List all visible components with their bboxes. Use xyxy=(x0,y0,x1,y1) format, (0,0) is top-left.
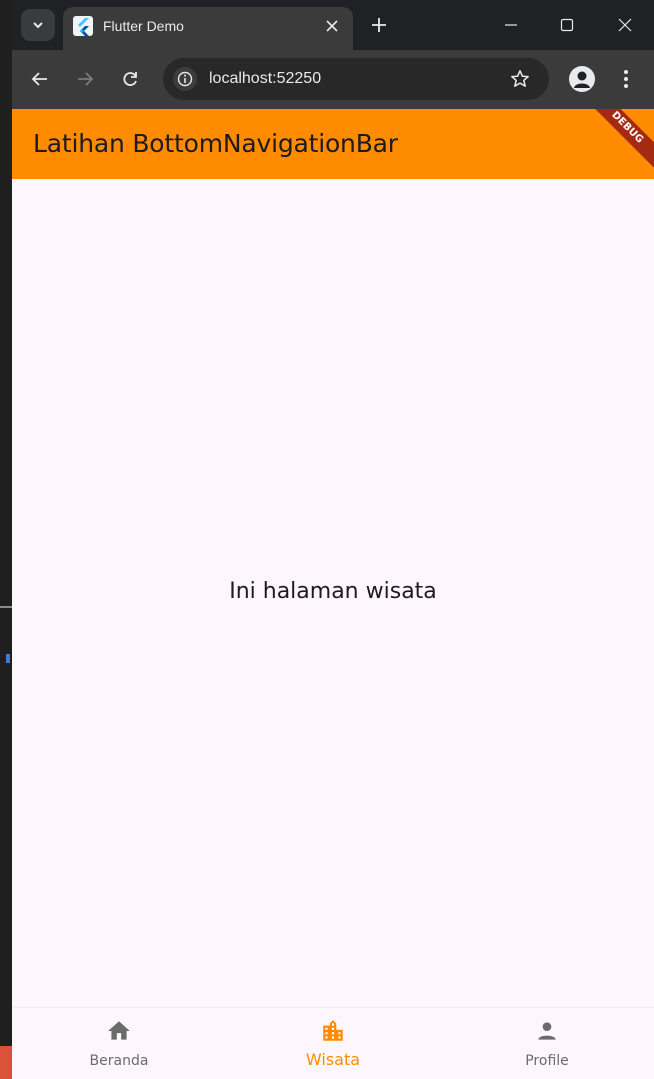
maximize-button[interactable] xyxy=(544,10,590,40)
nav-label: Beranda xyxy=(89,1053,149,1069)
page-body-text: Ini halaman wisata xyxy=(229,579,437,604)
chevron-down-icon xyxy=(33,22,43,29)
nav-label: Wisata xyxy=(305,1050,361,1069)
page-title: Latihan BottomNavigationBar xyxy=(33,129,398,158)
nav-item-profile[interactable]: Profile xyxy=(440,1008,654,1079)
desktop-marker xyxy=(6,654,10,663)
forward-button[interactable] xyxy=(73,67,97,91)
browser-toolbar: localhost:52250 xyxy=(12,50,654,109)
profile-button[interactable] xyxy=(569,66,595,92)
person-icon xyxy=(538,1022,556,1040)
info-icon xyxy=(177,71,193,87)
arrow-back-icon xyxy=(31,72,47,86)
nav-item-beranda[interactable]: Beranda xyxy=(12,1008,226,1079)
close-window-button[interactable] xyxy=(602,10,648,40)
address-bar[interactable]: localhost:52250 xyxy=(163,58,549,100)
site-info-button[interactable] xyxy=(173,67,197,91)
desktop-background xyxy=(0,0,12,1079)
url-text[interactable]: localhost:52250 xyxy=(209,70,321,88)
tab-search-button[interactable] xyxy=(21,9,55,41)
reload-icon xyxy=(123,72,137,86)
person-icon xyxy=(574,71,590,88)
minimize-button[interactable] xyxy=(488,10,534,40)
new-tab-button[interactable] xyxy=(367,13,391,37)
minimize-icon xyxy=(505,24,517,26)
maximize-icon xyxy=(560,18,574,32)
reload-button[interactable] xyxy=(118,67,142,91)
browser-menu-button[interactable] xyxy=(616,67,636,91)
star-icon xyxy=(511,70,529,87)
close-icon xyxy=(326,20,338,32)
more-vert-icon xyxy=(624,70,628,88)
home-icon xyxy=(108,1021,130,1040)
close-icon xyxy=(618,18,632,32)
tab-active[interactable]: Flutter Demo xyxy=(63,7,353,50)
desktop-divider xyxy=(0,606,12,608)
nav-item-wisata[interactable]: Wisata xyxy=(226,1008,440,1079)
flutter-app: Latihan BottomNavigationBar DEBUG Ini ha… xyxy=(12,109,654,1079)
flutter-logo-icon xyxy=(73,16,93,36)
nav-label: Profile xyxy=(525,1053,569,1069)
bottom-navigation-bar: Beranda Wisata Profile xyxy=(12,1007,654,1079)
location-city-icon xyxy=(323,1020,343,1041)
app-bar: Latihan BottomNavigationBar xyxy=(12,109,654,179)
back-button[interactable] xyxy=(28,67,52,91)
desktop-taskbar-edge xyxy=(0,1046,12,1079)
tab-close-button[interactable] xyxy=(321,15,343,37)
arrow-forward-icon xyxy=(78,72,94,86)
plus-icon xyxy=(372,18,386,32)
bookmark-button[interactable] xyxy=(509,68,531,90)
tab-strip: Flutter Demo xyxy=(12,0,654,50)
browser-window: Flutter Demo localhost:52250 Latihan Bot… xyxy=(12,0,654,1079)
tab-title: Flutter Demo xyxy=(103,18,184,34)
